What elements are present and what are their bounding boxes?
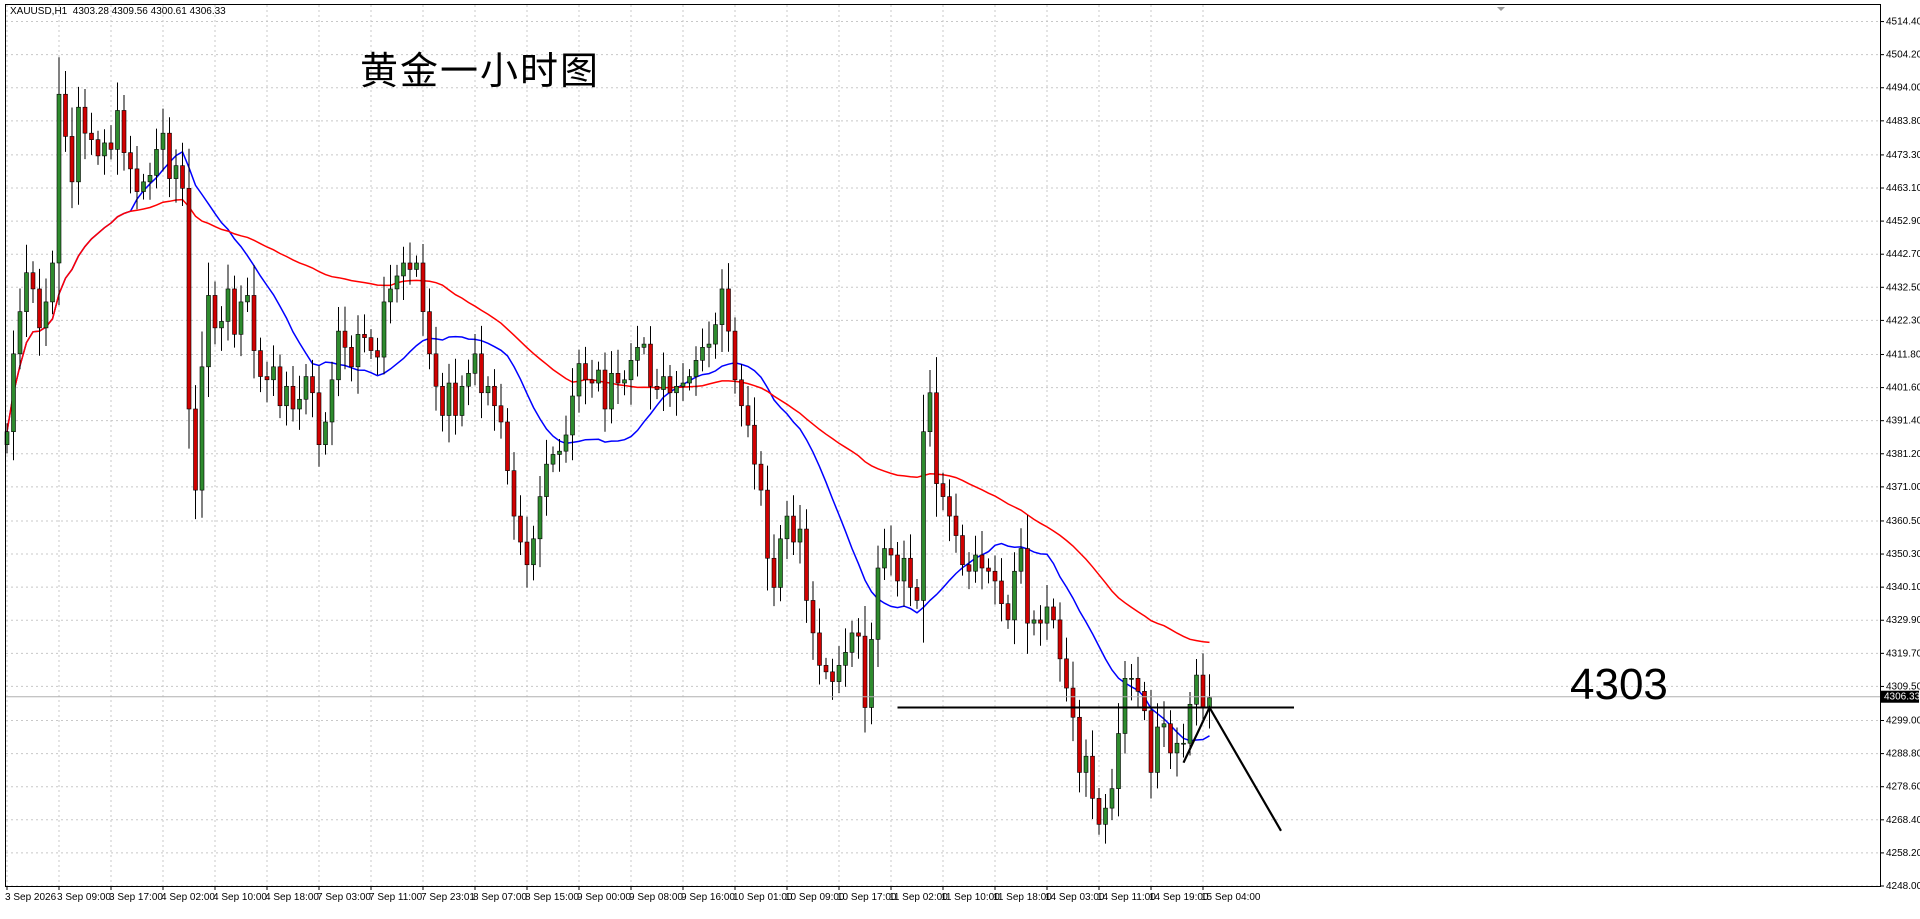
y-tick-label: 4329.90 xyxy=(1886,615,1920,626)
x-tick-label: 3 Sep 09:00 xyxy=(57,892,111,903)
x-tick-label: 3 Sep 2026 xyxy=(5,892,57,903)
x-tick-label: 11 Sep 10:00 xyxy=(941,892,1000,903)
x-tick-label: 9 Sep 00:00 xyxy=(577,892,631,903)
current-price-label: 4306.33 xyxy=(1884,692,1920,703)
y-tick-label: 4504.20 xyxy=(1886,50,1920,61)
x-tick-label: 14 Sep 11:00 xyxy=(1097,892,1156,903)
y-tick-label: 4268.40 xyxy=(1886,815,1920,826)
x-tick-label: 15 Sep 04:00 xyxy=(1201,892,1261,903)
y-tick-label: 4391.40 xyxy=(1886,416,1920,427)
x-tick-label: 10 Sep 01:00 xyxy=(733,892,793,903)
x-tick-label: 9 Sep 08:00 xyxy=(629,892,683,903)
y-tick-label: 4288.80 xyxy=(1886,749,1920,760)
y-tick-label: 4473.30 xyxy=(1886,150,1920,161)
y-tick-label: 4350.30 xyxy=(1886,549,1920,560)
y-tick-label: 4401.60 xyxy=(1886,383,1920,394)
y-tick-label: 4381.20 xyxy=(1886,449,1920,460)
x-tick-label: 7 Sep 03:00 xyxy=(317,892,371,903)
x-tick-label: 4 Sep 18:00 xyxy=(265,892,319,903)
y-tick-label: 4278.60 xyxy=(1886,782,1920,793)
y-tick-label: 4483.80 xyxy=(1886,116,1920,127)
x-tick-label: 10 Sep 09:00 xyxy=(785,892,845,903)
x-tick-label: 9 Sep 16:00 xyxy=(681,892,735,903)
x-tick-label: 8 Sep 15:00 xyxy=(525,892,579,903)
target-level-label: 4303 xyxy=(1570,660,1668,709)
y-tick-label: 4422.30 xyxy=(1886,315,1920,326)
plot-frame xyxy=(5,4,1881,887)
y-tick-label: 4494.00 xyxy=(1886,83,1920,94)
y-tick-label: 4319.70 xyxy=(1886,648,1920,659)
y-tick-label: 4248.00 xyxy=(1886,881,1920,892)
y-tick-label: 4463.10 xyxy=(1886,183,1920,194)
x-tick-label: 8 Sep 07:00 xyxy=(473,892,527,903)
y-tick-label: 4340.10 xyxy=(1886,582,1920,593)
x-tick-label: 10 Sep 17:00 xyxy=(837,892,897,903)
y-tick-label: 4309.50 xyxy=(1886,681,1920,692)
x-tick-label: 7 Sep 23:01 xyxy=(421,892,475,903)
y-tick-label: 4360.50 xyxy=(1886,516,1920,527)
y-tick-label: 4514.40 xyxy=(1886,17,1920,28)
x-tick-label: 11 Sep 18:00 xyxy=(993,892,1052,903)
y-tick-label: 4452.90 xyxy=(1886,216,1920,227)
chart-title: 黄金一小时图 xyxy=(360,49,601,93)
x-tick-label: 3 Sep 17:00 xyxy=(109,892,163,903)
x-tick-label: 4 Sep 10:00 xyxy=(213,892,267,903)
y-tick-label: 4432.50 xyxy=(1886,282,1920,293)
y-tick-label: 4442.70 xyxy=(1886,249,1920,260)
x-tick-label: 4 Sep 02:00 xyxy=(161,892,215,903)
chart-root: 4306.33 4514.40 4504.20 4494.00 4483.80 4473… xyxy=(0,0,1920,919)
symbol-info: XAUUSD,H1 4303.28 4309.56 4300.61 4306.3… xyxy=(10,6,226,17)
y-tick-label: 4299.00 xyxy=(1886,716,1920,727)
x-tick-label: 11 Sep 02:00 xyxy=(889,892,948,903)
x-tick-label: 14 Sep 03:00 xyxy=(1045,892,1105,903)
x-tick-label: 7 Sep 11:00 xyxy=(369,892,423,903)
y-tick-label: 4371.00 xyxy=(1886,482,1920,493)
y-tick-label: 4258.20 xyxy=(1886,848,1920,859)
x-tick-label: 14 Sep 19:00 xyxy=(1149,892,1209,903)
y-tick-label: 4411.80 xyxy=(1886,349,1920,360)
